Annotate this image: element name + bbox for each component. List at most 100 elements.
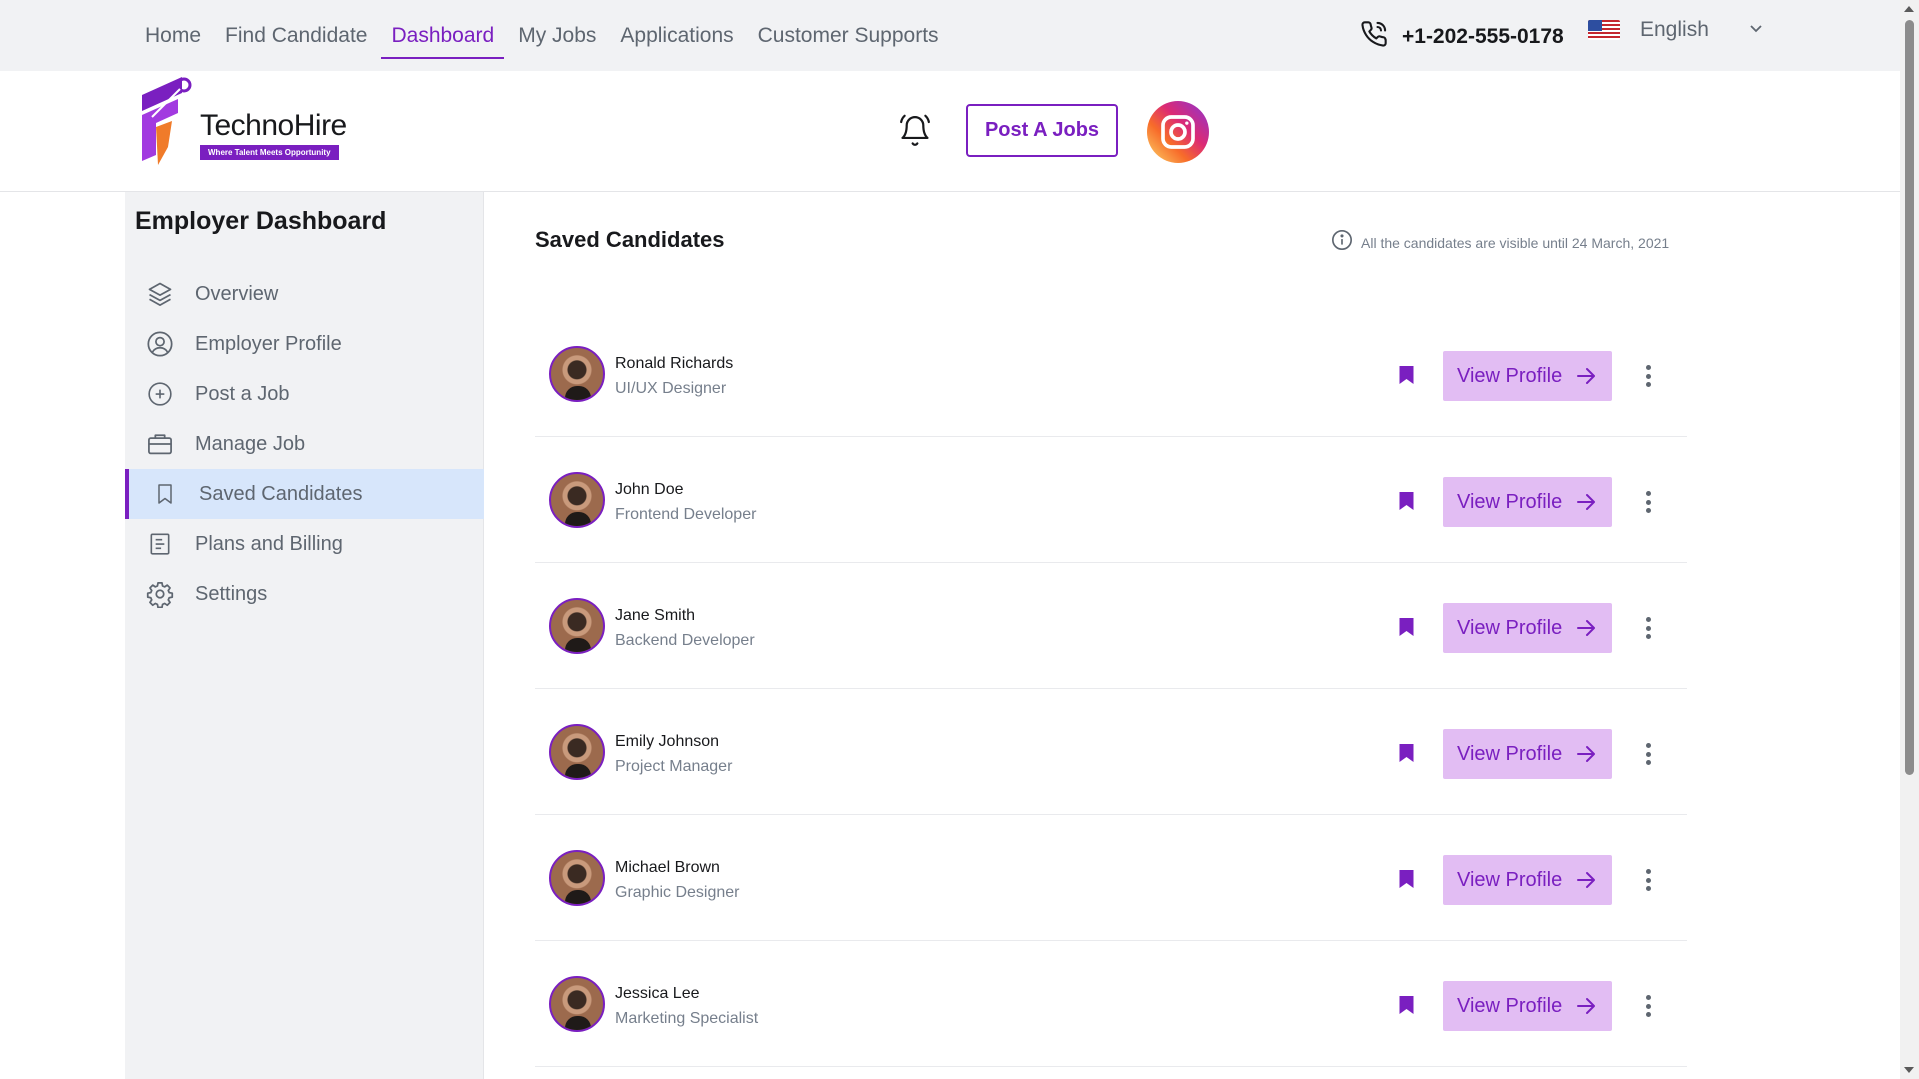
bookmark-filled-icon[interactable] xyxy=(1398,365,1415,390)
logo-name: TechnoHire xyxy=(200,109,347,142)
candidate-row: Emily Johnson Project Manager View Profi… xyxy=(535,689,1687,815)
us-flag-icon xyxy=(1588,20,1620,40)
site-logo[interactable]: TechnoHire Where Talent Meets Opportunit… xyxy=(138,77,347,167)
candidate-row: Jessica Lee Marketing Specialist View Pr… xyxy=(535,941,1687,1067)
view-profile-label: View Profile xyxy=(1457,490,1563,513)
instagram-icon[interactable] xyxy=(1147,101,1209,163)
user-circle-icon xyxy=(145,329,175,359)
candidate-row: Michael Brown Graphic Designer View Prof… xyxy=(535,815,1687,941)
scrollbar-thumb[interactable] xyxy=(1905,20,1914,775)
document-icon xyxy=(145,529,175,559)
sidebar-menu: Overview Employer Profile Post a Job Man… xyxy=(125,269,484,619)
logo-mark-icon xyxy=(142,77,192,165)
nav-find-candidate[interactable]: Find Candidate xyxy=(213,0,379,71)
view-profile-button[interactable]: View Profile xyxy=(1443,351,1612,401)
sidebar-item-label: Plans and Billing xyxy=(195,532,343,555)
sidebar-item-settings[interactable]: Settings xyxy=(125,569,484,619)
notification-bell-icon[interactable] xyxy=(898,113,932,154)
candidate-name: Michael Brown xyxy=(615,859,720,876)
briefcase-icon xyxy=(145,429,175,459)
layers-icon xyxy=(145,279,175,309)
phone-contact[interactable]: +1-202-555-0178 xyxy=(1360,20,1564,53)
bookmark-filled-icon[interactable] xyxy=(1398,995,1415,1020)
bookmark-filled-icon[interactable] xyxy=(1398,869,1415,894)
candidate-row: Ronald Richards UI/UX Designer View Prof… xyxy=(535,311,1687,437)
gear-icon xyxy=(145,579,175,609)
candidate-avatar xyxy=(549,598,605,654)
more-options-icon[interactable] xyxy=(1639,487,1657,517)
language-label: English xyxy=(1640,18,1709,41)
arrow-right-icon xyxy=(1574,490,1598,517)
bookmark-icon xyxy=(150,479,180,509)
info-icon xyxy=(1331,229,1353,256)
nav-home[interactable]: Home xyxy=(133,0,213,71)
view-profile-label: View Profile xyxy=(1457,364,1563,387)
scroll-up-arrow-icon[interactable] xyxy=(1904,6,1914,12)
more-options-icon[interactable] xyxy=(1639,991,1657,1021)
candidate-role: Backend Developer xyxy=(615,632,755,649)
sidebar-item-manage-job[interactable]: Manage Job xyxy=(125,419,484,469)
candidate-name: Jane Smith xyxy=(615,607,696,624)
sidebar-item-employer-profile[interactable]: Employer Profile xyxy=(125,319,484,369)
sidebar-item-label: Overview xyxy=(195,282,279,305)
candidate-name: Ronald Richards xyxy=(615,355,734,372)
view-profile-button[interactable]: View Profile xyxy=(1443,981,1612,1031)
sidebar-item-saved-candidates[interactable]: Saved Candidates xyxy=(125,469,484,519)
sidebar-item-label: Post a Job xyxy=(195,382,290,405)
candidate-avatar xyxy=(549,850,605,906)
candidate-row: John Doe Frontend Developer View Profile xyxy=(535,437,1687,563)
more-options-icon[interactable] xyxy=(1639,613,1657,643)
site-header: TechnoHire Where Talent Meets Opportunit… xyxy=(0,71,1900,192)
view-profile-button[interactable]: View Profile xyxy=(1443,603,1612,653)
language-select[interactable]: English xyxy=(1588,18,1763,42)
more-options-icon[interactable] xyxy=(1639,739,1657,769)
candidate-name: John Doe xyxy=(615,481,684,498)
chevron-down-icon xyxy=(1749,21,1763,39)
page-scrollbar[interactable] xyxy=(1900,0,1919,1079)
sidebar-item-label: Saved Candidates xyxy=(199,482,363,505)
bookmark-filled-icon[interactable] xyxy=(1398,617,1415,642)
candidate-name: Jessica Lee xyxy=(615,985,700,1002)
bookmark-filled-icon[interactable] xyxy=(1398,491,1415,516)
arrow-right-icon xyxy=(1574,994,1598,1021)
more-options-icon[interactable] xyxy=(1639,865,1657,895)
view-profile-label: View Profile xyxy=(1457,868,1563,891)
sidebar-item-label: Employer Profile xyxy=(195,332,342,355)
notice-text: All the candidates are visible until 24 … xyxy=(1361,234,1670,251)
nav-my-jobs[interactable]: My Jobs xyxy=(506,0,608,71)
sidebar-item-plans-and-billing[interactable]: Plans and Billing xyxy=(125,519,484,569)
view-profile-button[interactable]: View Profile xyxy=(1443,729,1612,779)
dashboard-sidebar: Employer Dashboard Overview Employer Pro… xyxy=(125,192,484,1079)
sidebar-item-overview[interactable]: Overview xyxy=(125,269,484,319)
view-profile-label: View Profile xyxy=(1457,616,1563,639)
sidebar-item-post-a-job[interactable]: Post a Job xyxy=(125,369,484,419)
view-profile-button[interactable]: View Profile xyxy=(1443,855,1612,905)
sidebar-title: Employer Dashboard xyxy=(135,207,387,235)
scroll-down-arrow-icon[interactable] xyxy=(1904,1067,1914,1073)
logo-tagline: Where Talent Meets Opportunity xyxy=(200,145,339,160)
sidebar-item-label: Manage Job xyxy=(195,432,306,455)
arrow-right-icon xyxy=(1574,616,1598,643)
candidate-role: Project Manager xyxy=(615,758,733,775)
page-title: Saved Candidates xyxy=(535,227,725,252)
candidate-role: Frontend Developer xyxy=(615,506,757,523)
post-a-job-button[interactable]: Post A Jobs xyxy=(966,104,1118,157)
visibility-notice: All the candidates are visible until 24 … xyxy=(1331,229,1669,256)
view-profile-button[interactable]: View Profile xyxy=(1443,477,1612,527)
nav-customer-supports[interactable]: Customer Supports xyxy=(746,0,951,71)
bookmark-filled-icon[interactable] xyxy=(1398,743,1415,768)
arrow-right-icon xyxy=(1574,742,1598,769)
top-bar: Home Find Candidate Dashboard My Jobs Ap… xyxy=(0,0,1900,71)
arrow-right-icon xyxy=(1574,868,1598,895)
candidate-avatar xyxy=(549,976,605,1032)
saved-candidates-list: Ronald Richards UI/UX Designer View Prof… xyxy=(535,311,1687,1067)
more-options-icon[interactable] xyxy=(1639,361,1657,391)
candidate-row: Jane Smith Backend Developer View Profil… xyxy=(535,563,1687,689)
arrow-right-icon xyxy=(1574,364,1598,391)
nav-applications[interactable]: Applications xyxy=(608,0,745,71)
nav-dashboard[interactable]: Dashboard xyxy=(379,0,506,71)
candidate-avatar xyxy=(549,724,605,780)
top-nav: Home Find Candidate Dashboard My Jobs Ap… xyxy=(133,0,951,71)
view-profile-label: View Profile xyxy=(1457,994,1563,1017)
candidate-avatar xyxy=(549,346,605,402)
